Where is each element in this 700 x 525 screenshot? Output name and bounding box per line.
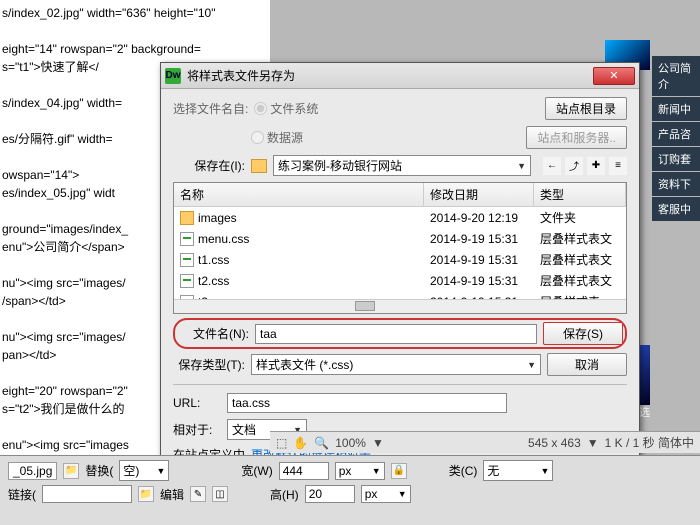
url-label: URL: <box>173 396 221 410</box>
nav-item[interactable]: 资料下 <box>652 172 700 196</box>
nav-item[interactable]: 公司简介 <box>652 56 700 96</box>
width-input[interactable] <box>279 462 329 480</box>
edit-label: 编辑 <box>160 486 184 503</box>
css-file-icon <box>180 274 194 288</box>
col-type[interactable]: 类型 <box>534 183 626 206</box>
relative-label: 相对于: <box>173 421 221 438</box>
close-button[interactable]: ✕ <box>593 67 635 85</box>
link-label: 链接( <box>8 486 36 503</box>
view-menu-icon[interactable]: ≡ <box>609 157 627 175</box>
cancel-button[interactable]: 取消 <box>547 353 627 376</box>
file-row[interactable]: menu.css2014-9-19 15:31层叠样式表文 <box>174 228 626 249</box>
file-list[interactable]: 名称 修改日期 类型 images2014-9-20 12:19文件夹menu.… <box>173 182 627 314</box>
nav-item[interactable]: 产品咨 <box>652 122 700 146</box>
filename-input[interactable] <box>255 324 537 344</box>
save-in-label: 保存在(I): <box>173 157 245 174</box>
properties-panel: _05.jpg 📁 替换( 空)▼ 宽(W) px▼ 🔒 类(C) 无▼ 链接(… <box>0 455 700 525</box>
select-from-label: 选择文件名自: <box>173 100 248 117</box>
horizontal-scrollbar[interactable] <box>174 299 626 313</box>
site-root-button[interactable]: 站点根目录 <box>545 97 627 120</box>
filename-label: 文件名(N): <box>177 325 249 342</box>
file-row[interactable]: images2014-9-20 12:19文件夹 <box>174 207 626 228</box>
up-icon[interactable]: ⤴ <box>565 157 583 175</box>
nav-item[interactable]: 新闻中 <box>652 97 700 121</box>
col-date[interactable]: 修改日期 <box>424 183 534 206</box>
dialog-titlebar[interactable]: Dw 将样式表文件另存为 ✕ <box>161 63 639 89</box>
class-dropdown[interactable]: 无▼ <box>483 460 553 481</box>
file-row[interactable]: t2.css2014-9-19 15:31层叠样式表文 <box>174 270 626 291</box>
hand-icon[interactable]: ✋ <box>293 436 308 450</box>
folder-dropdown[interactable]: 练习案例-移动银行网站▼ <box>273 155 531 176</box>
nav-item[interactable]: 订购套 <box>652 147 700 171</box>
link-input[interactable] <box>42 485 132 503</box>
crop-icon[interactable]: ◫ <box>212 486 228 502</box>
edit-icon[interactable]: ✎ <box>190 486 206 502</box>
dreamweaver-icon: Dw <box>165 68 181 84</box>
css-file-icon <box>180 253 194 267</box>
savetype-dropdown[interactable]: 样式表文件 (*.css)▼ <box>251 354 541 375</box>
folder-icon <box>180 211 194 225</box>
filename-callout: 文件名(N): 保存(S) <box>173 318 627 349</box>
folder-icon <box>251 159 267 173</box>
back-icon[interactable]: ← <box>543 157 561 175</box>
replace-label: 替换( <box>85 462 113 479</box>
save-button[interactable]: 保存(S) <box>543 322 623 345</box>
save-as-dialog: Dw 将样式表文件另存为 ✕ 选择文件名自: 文件系统 站点根目录 数据源 站点… <box>160 62 640 480</box>
radio-datasource: 数据源 <box>251 129 303 146</box>
url-input[interactable] <box>227 393 507 413</box>
width-label: 宽(W) <box>241 462 272 479</box>
height-unit[interactable]: px▼ <box>361 485 411 503</box>
width-unit[interactable]: px▼ <box>335 462 385 480</box>
replace-dropdown[interactable]: 空)▼ <box>119 460 169 481</box>
folder-open-icon[interactable]: 📁 <box>63 463 79 479</box>
file-row[interactable]: t3.css2014-9-19 15:31层叠样式表 <box>174 291 626 299</box>
new-folder-icon[interactable]: ✚ <box>587 157 605 175</box>
chevron-down-icon: ▼ <box>527 360 536 370</box>
zoom-icon[interactable]: 🔍 <box>314 436 329 450</box>
radio-filesystem[interactable]: 文件系统 <box>254 100 318 117</box>
col-name[interactable]: 名称 <box>174 183 424 206</box>
nav-item[interactable]: 客服中 <box>652 197 700 221</box>
canvas-dims: 545 x 463 <box>528 436 581 450</box>
zoom-value[interactable]: 100% <box>335 436 366 450</box>
dialog-title: 将样式表文件另存为 <box>187 67 593 84</box>
file-row[interactable]: t1.css2014-9-19 15:31层叠样式表文 <box>174 249 626 270</box>
file-tab[interactable]: _05.jpg <box>8 462 57 480</box>
chevron-down-icon: ▼ <box>517 161 526 171</box>
browse-icon[interactable]: 📁 <box>138 486 154 502</box>
site-server-button[interactable]: 站点和服务器.. <box>526 126 627 149</box>
status-bar: ⬚ ✋ 🔍 100% ▼ 545 x 463 ▼ 1 K / 1 秒 简体中 <box>270 431 700 453</box>
height-label: 高(H) <box>270 486 299 503</box>
perf-info: 1 K / 1 秒 简体中 <box>605 434 694 451</box>
savetype-label: 保存类型(T): <box>173 356 245 373</box>
site-nav: 公司简介新闻中产品咨订购套资料下客服中 <box>652 56 700 222</box>
class-label: 类(C) <box>449 462 478 479</box>
cursor-icon[interactable]: ⬚ <box>276 436 287 450</box>
lock-icon[interactable]: 🔒 <box>391 463 407 479</box>
css-file-icon <box>180 232 194 246</box>
height-input[interactable] <box>305 485 355 503</box>
